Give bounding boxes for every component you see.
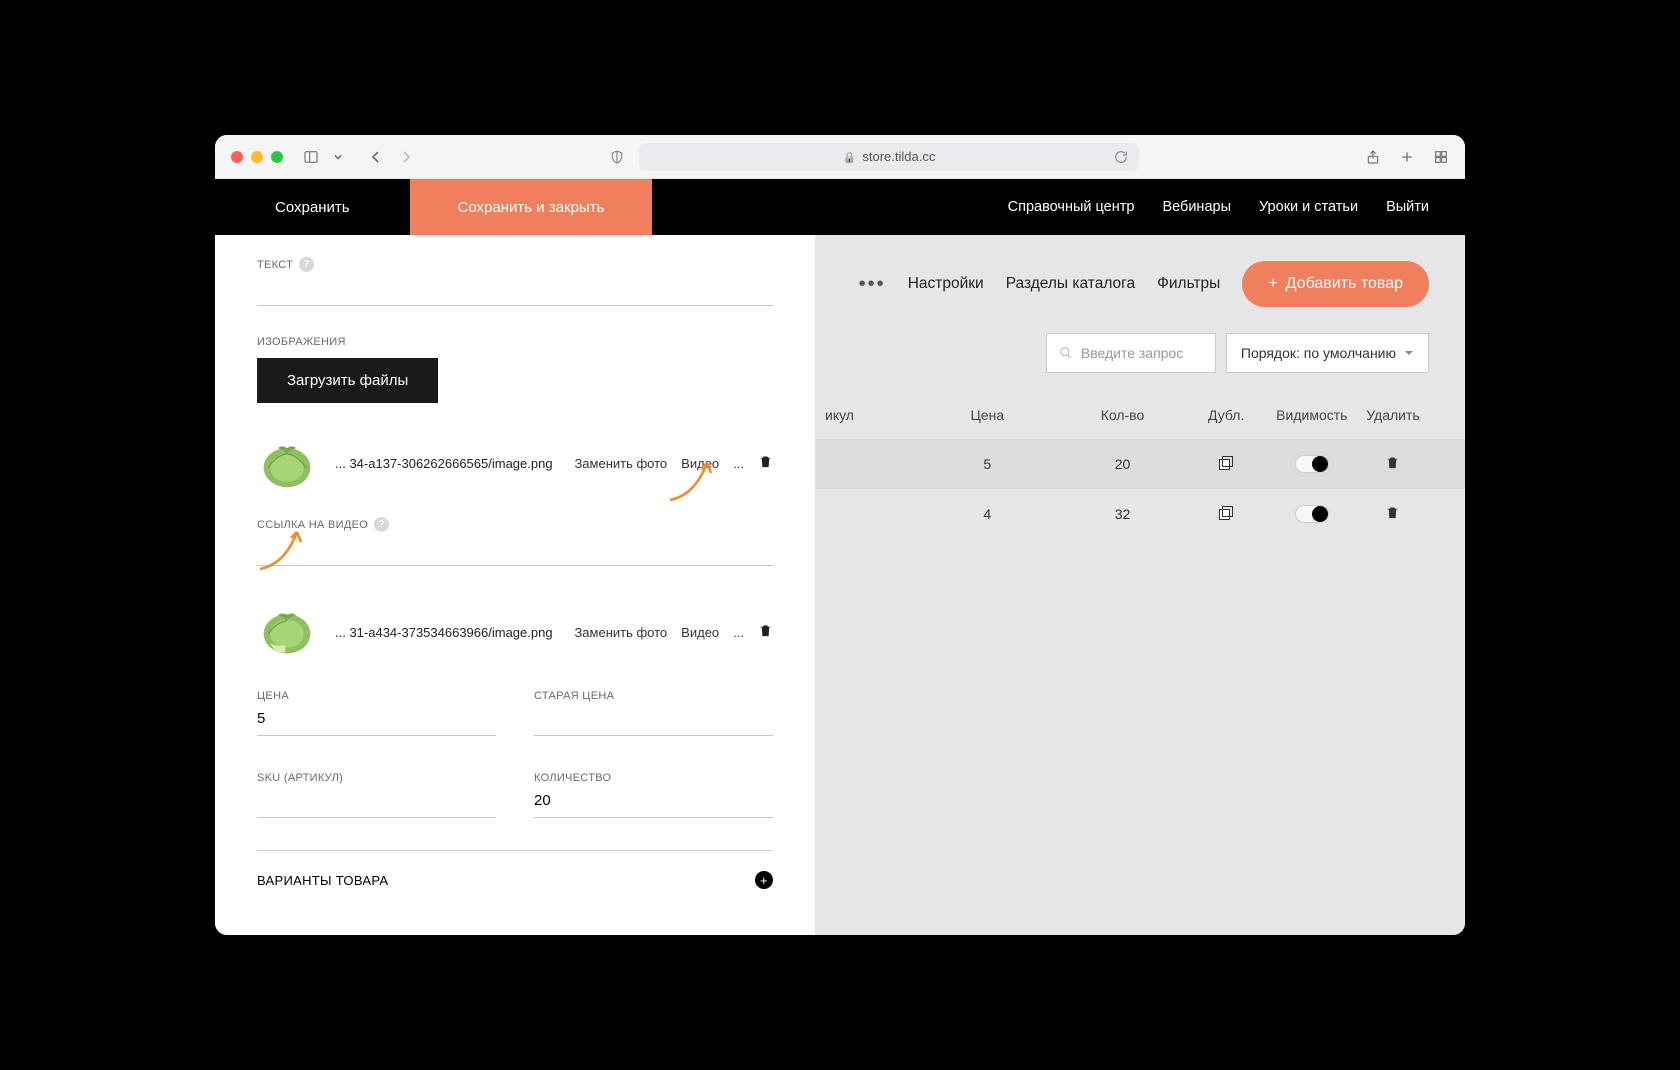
nav-sections[interactable]: Разделы каталога: [1006, 275, 1135, 293]
browser-window: store.tilda.cc Сохранить Сохранить и зак…: [215, 135, 1465, 935]
address-bar[interactable]: store.tilda.cc: [639, 143, 1139, 171]
search-icon: [1059, 346, 1073, 360]
products-table: икул Цена Кол-во Дубл. Видимость Удалить…: [815, 391, 1465, 935]
replace-photo-link[interactable]: Заменить фото: [574, 456, 667, 471]
cell-price: 5: [915, 456, 1059, 472]
forward-button[interactable]: [399, 150, 413, 164]
nav-webinars[interactable]: Вебинары: [1162, 199, 1231, 215]
image-row: ... 31-a434-373534663966/image.png Замен…: [257, 602, 773, 662]
duplicate-icon[interactable]: [1219, 506, 1233, 520]
col-sku: икул: [825, 407, 915, 423]
nav-settings[interactable]: Настройки: [908, 275, 984, 293]
image-row: ... 34-a137-306262666565/image.png Замен…: [257, 433, 773, 493]
image-thumbnail[interactable]: [257, 433, 317, 493]
product-editor: ТЕКСТ ? ИЗОБРАЖЕНИЯ Загрузить файлы ... …: [215, 235, 815, 935]
old-price-label: СТАРАЯ ЦЕНА: [534, 690, 773, 702]
cell-price: 4: [915, 506, 1059, 522]
qty-label: КОЛИЧЕСТВО: [534, 772, 773, 784]
trash-icon[interactable]: [758, 623, 773, 641]
video-link-label: ССЫЛКА НА ВИДЕО ?: [257, 517, 773, 532]
add-product-button[interactable]: + Добавить товар: [1242, 261, 1429, 307]
search-input[interactable]: Введите запрос: [1046, 333, 1216, 373]
old-price-input[interactable]: [534, 702, 773, 736]
price-input[interactable]: [257, 702, 496, 736]
text-label: ТЕКСТ ?: [257, 257, 773, 272]
save-button[interactable]: Сохранить: [215, 179, 410, 235]
col-qty: Кол-во: [1059, 407, 1185, 423]
qty-input[interactable]: [534, 784, 773, 818]
help-icon[interactable]: ?: [299, 257, 314, 272]
image-filename: ... 31-a434-373534663966/image.png: [335, 625, 556, 640]
titlebar: store.tilda.cc: [215, 135, 1465, 179]
more-link[interactable]: ...: [733, 625, 744, 640]
trash-icon[interactable]: [1385, 507, 1400, 523]
col-price: Цена: [915, 407, 1059, 423]
sort-select[interactable]: Порядок: по умолчанию: [1226, 333, 1429, 373]
chevron-down-icon: [1404, 348, 1414, 358]
sku-label: SKU (АРТИКУЛ): [257, 772, 496, 784]
app-topbar: Сохранить Сохранить и закрыть Справочный…: [215, 179, 1465, 235]
tabs-icon[interactable]: [1433, 149, 1449, 165]
table-row[interactable]: 5 20: [815, 439, 1465, 489]
back-button[interactable]: [369, 150, 383, 164]
minimize-window[interactable]: [251, 151, 263, 163]
images-label: ИЗОБРАЖЕНИЯ: [257, 336, 773, 348]
col-dup: Дубл.: [1186, 407, 1267, 423]
nav-logout[interactable]: Выйти: [1386, 199, 1429, 215]
nav-help[interactable]: Справочный центр: [1008, 199, 1135, 215]
cell-qty: 32: [1059, 506, 1185, 522]
cell-qty: 20: [1059, 456, 1185, 472]
help-icon[interactable]: ?: [374, 517, 389, 532]
video-link-input[interactable]: [257, 532, 773, 566]
trash-icon[interactable]: [758, 454, 773, 472]
trash-icon[interactable]: [1385, 457, 1400, 473]
visibility-toggle[interactable]: [1295, 455, 1329, 473]
maximize-window[interactable]: [271, 151, 283, 163]
duplicate-icon[interactable]: [1219, 456, 1233, 470]
more-menu-icon[interactable]: •••: [859, 273, 886, 296]
window-controls: [231, 151, 283, 163]
new-tab-icon[interactable]: [1399, 149, 1415, 165]
image-thumbnail[interactable]: [257, 602, 317, 662]
image-filename: ... 34-a137-306262666565/image.png: [335, 456, 556, 471]
reload-icon[interactable]: [1113, 149, 1129, 165]
close-window[interactable]: [231, 151, 243, 163]
visibility-toggle[interactable]: [1295, 505, 1329, 523]
sidebar-toggle-icon[interactable]: [303, 149, 319, 165]
catalog-panel: ••• Настройки Разделы каталога Фильтры +…: [815, 235, 1465, 935]
share-icon[interactable]: [1365, 149, 1381, 165]
nav-lessons[interactable]: Уроки и статьи: [1259, 199, 1358, 215]
replace-photo-link[interactable]: Заменить фото: [574, 625, 667, 640]
page-content: Сохранить Сохранить и закрыть Справочный…: [215, 179, 1465, 935]
save-close-button[interactable]: Сохранить и закрыть: [410, 179, 653, 235]
upload-button[interactable]: Загрузить файлы: [257, 358, 438, 403]
video-link[interactable]: Видео: [681, 456, 719, 471]
sku-input[interactable]: [257, 784, 496, 818]
chevron-down-icon[interactable]: [333, 152, 343, 162]
price-label: ЦЕНА: [257, 690, 496, 702]
col-del: Удалить: [1357, 407, 1429, 423]
url-text: store.tilda.cc: [862, 149, 935, 164]
text-input[interactable]: [257, 272, 773, 306]
more-link[interactable]: ...: [733, 456, 744, 471]
variants-label: ВАРИАНТЫ ТОВАРА: [257, 873, 388, 888]
variants-section[interactable]: ВАРИАНТЫ ТОВАРА +: [257, 850, 773, 889]
plus-icon[interactable]: +: [755, 871, 773, 889]
shield-icon[interactable]: [609, 149, 625, 165]
lock-icon: [843, 149, 857, 164]
video-link[interactable]: Видео: [681, 625, 719, 640]
nav-filters[interactable]: Фильтры: [1157, 275, 1220, 293]
table-row[interactable]: 4 32: [815, 489, 1465, 539]
plus-icon: +: [1268, 275, 1277, 293]
